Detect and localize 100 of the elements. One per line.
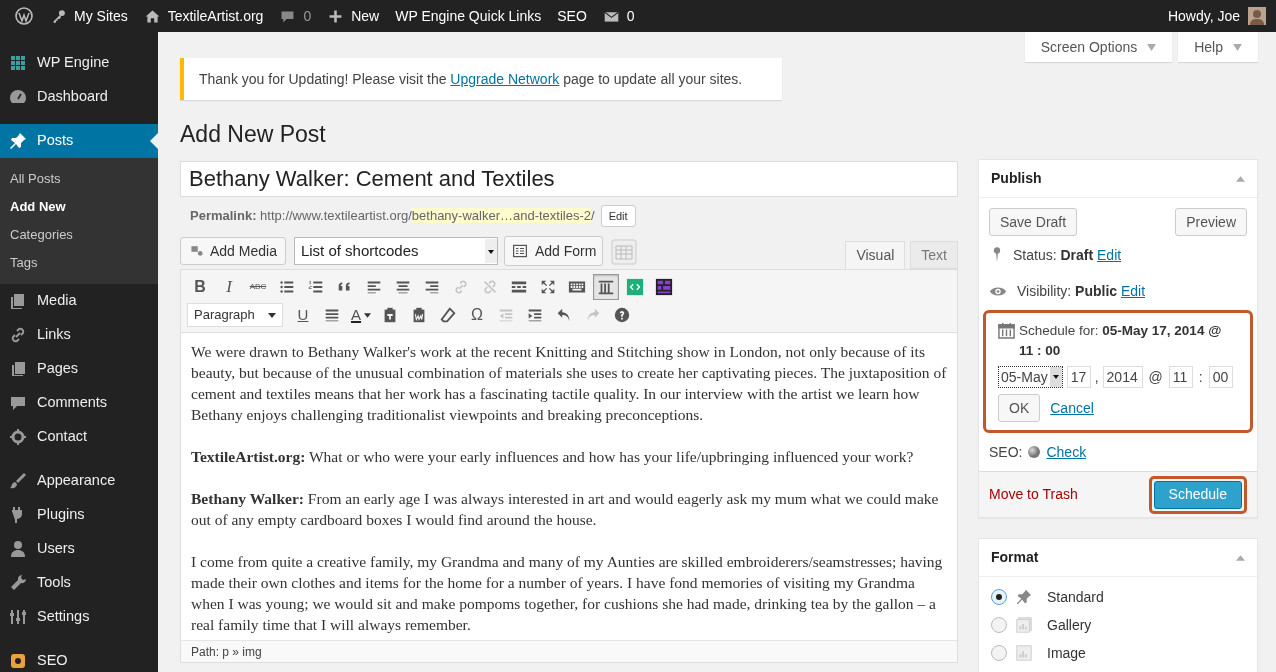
add-form-button[interactable]: Add Form xyxy=(503,236,604,266)
panel-title: Publish xyxy=(991,169,1042,188)
month-dropdown[interactable]: 05-May xyxy=(998,366,1063,388)
save-draft-button[interactable]: Save Draft xyxy=(989,208,1078,236)
grid-icon xyxy=(655,278,673,296)
toolbar-button[interactable]: Ω xyxy=(464,302,490,328)
sidebar-menu-item[interactable]: WP Engine xyxy=(0,46,158,80)
code-icon xyxy=(626,278,644,296)
sidebar-menu-item[interactable]: Plugins xyxy=(0,498,158,532)
hour-field[interactable]: 11 xyxy=(1168,366,1193,388)
dropdown-value: 05-May xyxy=(1001,367,1048,387)
notice-text: Thank you for Updating! Please visit the Upgrade Network page to update all your sites. xyxy=(199,69,743,89)
sidebar-menu-item[interactable]: Comments xyxy=(0,386,158,420)
admin-bar-link[interactable]: 0 xyxy=(271,0,320,32)
day-field[interactable]: 17 xyxy=(1066,366,1091,388)
columns-icon xyxy=(597,278,615,296)
sidebar-menu-item[interactable]: SEO xyxy=(0,644,158,672)
permalink-text: Permalink: http://www.textileartist.org/bethany-walker…and-textiles-2/ xyxy=(190,207,595,226)
w-logo-icon xyxy=(14,6,34,26)
sidebar-menu-item[interactable]: Settings xyxy=(0,600,158,634)
upgrade-network-link[interactable]: Upgrade Network xyxy=(450,70,560,87)
seo-label: SEO: xyxy=(989,442,1023,462)
paragraph: I come from quite a creative family, my Grandma and many of my Aunties are skilled embroiderers/seamstresses; having made their own clothes and items for the home for a number of years. I have fond memories of visiting my Grandma when I was young; we would sit and make pompoms together, for cushions she had made, drinking tea by the gallon – a real family time that I will always remember. xyxy=(191,552,944,635)
toolbar-button[interactable]: B xyxy=(187,274,213,300)
admin-bar-link[interactable]: My Sites xyxy=(42,0,136,32)
sidebar-menu-item[interactable]: Tools xyxy=(0,566,158,600)
submenu-item[interactable]: All Posts xyxy=(0,165,158,193)
brush-icon xyxy=(8,471,28,491)
sidebar-menu-item[interactable]: Pages xyxy=(0,352,158,386)
status-text: Status: Draft Edit xyxy=(1013,245,1122,265)
toolbar-button[interactable] xyxy=(593,274,619,300)
submenu-item[interactable]: Tags xyxy=(0,249,158,277)
eraser-icon xyxy=(439,306,457,324)
gear-icon xyxy=(8,427,28,447)
toolbar-button[interactable]: U xyxy=(290,302,316,328)
pushpin-icon xyxy=(8,131,28,151)
editor-tab[interactable]: Visual xyxy=(845,241,906,269)
status-dot-icon xyxy=(1028,446,1041,458)
edit-permalink-button[interactable]: Edit xyxy=(600,205,636,227)
paragraph: Bethany Walker: From an early age I was always interested in art and would eagerly ask my mum what we could make out of any empty cardboard boxes I would find around the house. xyxy=(191,489,940,530)
preview-button[interactable]: Preview xyxy=(1175,208,1247,236)
edit-link[interactable]: Edit xyxy=(1097,246,1122,263)
sidebar-menu-item[interactable]: Users xyxy=(0,532,158,566)
toolbar-button[interactable]: A xyxy=(348,302,374,328)
sidebar-menu-item[interactable]: Links xyxy=(0,318,158,352)
pushpin-icon xyxy=(1015,588,1033,606)
caret-icon xyxy=(268,312,276,318)
link-icon xyxy=(452,278,470,296)
move-to-trash-link[interactable]: Move to Trash xyxy=(989,484,1078,505)
form-icon xyxy=(510,243,529,259)
grid-icon xyxy=(8,53,28,73)
post-title-field[interactable]: Bethany Walker: Cement and Textiles xyxy=(180,161,958,197)
submenu-item[interactable]: Add New xyxy=(0,193,158,221)
unlink-icon xyxy=(481,278,499,296)
screen-meta-tab[interactable]: Screen Options xyxy=(1024,32,1173,62)
shortcodes-dropdown[interactable]: List of shortcodes xyxy=(293,237,498,265)
current-page-arrow-icon xyxy=(150,133,158,149)
user-icon xyxy=(8,539,28,559)
sidebar-menu-item[interactable]: Posts xyxy=(0,124,158,158)
radio-button[interactable] xyxy=(991,617,1007,633)
radio-button[interactable] xyxy=(991,645,1007,661)
sidebar-menu-item[interactable]: Appearance xyxy=(0,464,158,498)
key-icon xyxy=(50,7,67,25)
editor-tab[interactable]: Text xyxy=(910,241,958,269)
screen-meta-tab[interactable]: Help xyxy=(1178,32,1258,62)
year-field[interactable]: 2014 xyxy=(1102,366,1143,388)
admin-bar-link[interactable]: SEO xyxy=(549,0,595,32)
admin-bar-link[interactable]: New xyxy=(319,0,388,32)
minute-field[interactable]: 00 xyxy=(1208,366,1233,388)
toolbar-button[interactable]: ABC xyxy=(245,274,271,300)
edit-link[interactable]: Edit xyxy=(1121,282,1146,299)
admin-bar-link[interactable]: TextileArtist.org xyxy=(135,0,272,32)
settings-icon xyxy=(8,607,28,627)
sidebar-menu-item[interactable]: Dashboard xyxy=(0,80,158,114)
image-icon xyxy=(1015,644,1033,662)
paragraph: We were drawn to Bethany Walker's work at the recent Knitting and Stitching show in London, not only because of its beauty, but because of the unusual combination of materials she uses to create her captivating pieces. The juxtaposition of cement and textiles means that her work has a fascinating tactile quality. In our interview with the artist we learn how Bethany enjoys challenging traditionalist viewpoints and breaking preconceptions. xyxy=(191,342,947,425)
admin-bar-link[interactable]: WP Engine Quick Links xyxy=(387,0,550,32)
gallery-icon xyxy=(1015,616,1033,634)
sidebar-menu-item[interactable]: Contact xyxy=(0,420,158,454)
toolbar-button[interactable]: I xyxy=(216,274,242,300)
caret-icon xyxy=(364,312,371,318)
option-label: Gallery xyxy=(1047,615,1092,635)
dropdown-value: Paragraph xyxy=(194,306,255,325)
format-dropdown[interactable]: Paragraph xyxy=(187,303,283,327)
cancel-link[interactable]: Cancel xyxy=(1050,397,1094,419)
dropdown-triangle-icon xyxy=(1233,43,1242,51)
check-link[interactable]: Check xyxy=(1046,441,1087,463)
submenu-item[interactable]: Categories xyxy=(0,221,158,249)
help-icon xyxy=(613,306,631,324)
fullscreen-icon xyxy=(539,278,557,296)
ok-button[interactable]: OK xyxy=(998,394,1041,422)
admin-bar-link[interactable]: 0 xyxy=(594,0,643,32)
add-media-button[interactable]: Add Media xyxy=(180,237,286,265)
separator-text: , xyxy=(1094,367,1099,387)
visibility-text: Visibility: Public Edit xyxy=(1017,281,1146,301)
sidebar-menu-item[interactable]: Media xyxy=(0,284,158,318)
account-menu[interactable]: Howdy, Joe xyxy=(1163,0,1270,32)
calendar-icon xyxy=(998,322,1015,339)
eye-icon xyxy=(989,284,1007,298)
radio-button[interactable] xyxy=(991,589,1007,605)
